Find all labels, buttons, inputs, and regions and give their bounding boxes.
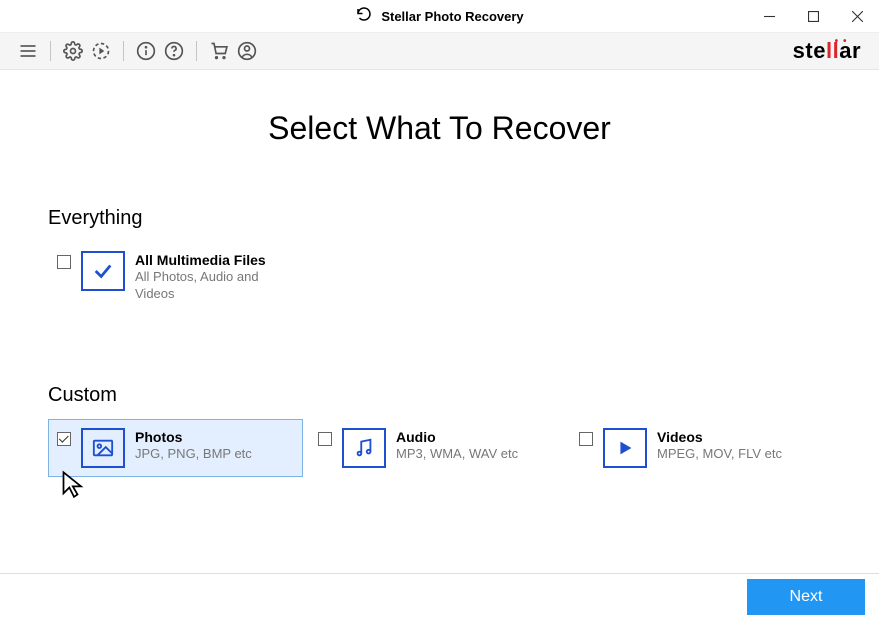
user-icon[interactable] bbox=[233, 37, 261, 65]
minimize-button[interactable] bbox=[747, 0, 791, 32]
close-button[interactable] bbox=[835, 0, 879, 32]
option-title: Photos bbox=[135, 428, 252, 446]
page-title: Select What To Recover bbox=[48, 110, 831, 147]
separator bbox=[196, 41, 197, 61]
separator bbox=[50, 41, 51, 61]
window-controls bbox=[747, 0, 879, 32]
option-title: Videos bbox=[657, 428, 782, 446]
option-subtitle: JPG, PNG, BMP etc bbox=[135, 446, 252, 463]
checkbox-photos[interactable] bbox=[57, 432, 71, 446]
play-icon bbox=[603, 428, 647, 468]
option-title: All Multimedia Files bbox=[135, 251, 294, 269]
section-header-everything: Everything bbox=[48, 207, 831, 230]
help-icon[interactable] bbox=[160, 37, 188, 65]
section-header-custom: Custom bbox=[48, 384, 831, 407]
image-icon bbox=[81, 428, 125, 468]
toolbar: • • stellar bbox=[0, 33, 879, 70]
option-audio[interactable]: Audio MP3, WMA, WAV etc bbox=[309, 419, 564, 477]
title-bar: Stellar Photo Recovery bbox=[0, 0, 879, 33]
next-button[interactable]: Next bbox=[747, 579, 865, 615]
option-photos[interactable]: Photos JPG, PNG, BMP etc bbox=[48, 419, 303, 477]
option-subtitle: MP3, WMA, WAV etc bbox=[396, 446, 518, 463]
option-subtitle: All Photos, Audio and Videos bbox=[135, 269, 294, 303]
info-icon[interactable] bbox=[132, 37, 160, 65]
separator bbox=[123, 41, 124, 61]
option-all-multimedia[interactable]: All Multimedia Files All Photos, Audio a… bbox=[48, 242, 303, 312]
main-content: Select What To Recover Everything All Mu… bbox=[0, 70, 879, 605]
checkbox-videos[interactable] bbox=[579, 432, 593, 446]
footer: Next bbox=[0, 573, 879, 619]
resume-recovery-icon[interactable] bbox=[87, 37, 115, 65]
option-videos[interactable]: Videos MPEG, MOV, FLV etc bbox=[570, 419, 825, 477]
music-icon bbox=[342, 428, 386, 468]
option-subtitle: MPEG, MOV, FLV etc bbox=[657, 446, 782, 463]
maximize-button[interactable] bbox=[791, 0, 835, 32]
option-title: Audio bbox=[396, 428, 518, 446]
window-title: Stellar Photo Recovery bbox=[381, 9, 523, 24]
checkbox-all-multimedia[interactable] bbox=[57, 255, 71, 269]
gear-icon[interactable] bbox=[59, 37, 87, 65]
checkbox-audio[interactable] bbox=[318, 432, 332, 446]
menu-icon[interactable] bbox=[14, 37, 42, 65]
back-icon[interactable] bbox=[355, 6, 373, 27]
stellar-logo: • • stellar bbox=[793, 38, 861, 64]
checkmark-icon bbox=[81, 251, 125, 291]
cart-icon[interactable] bbox=[205, 37, 233, 65]
